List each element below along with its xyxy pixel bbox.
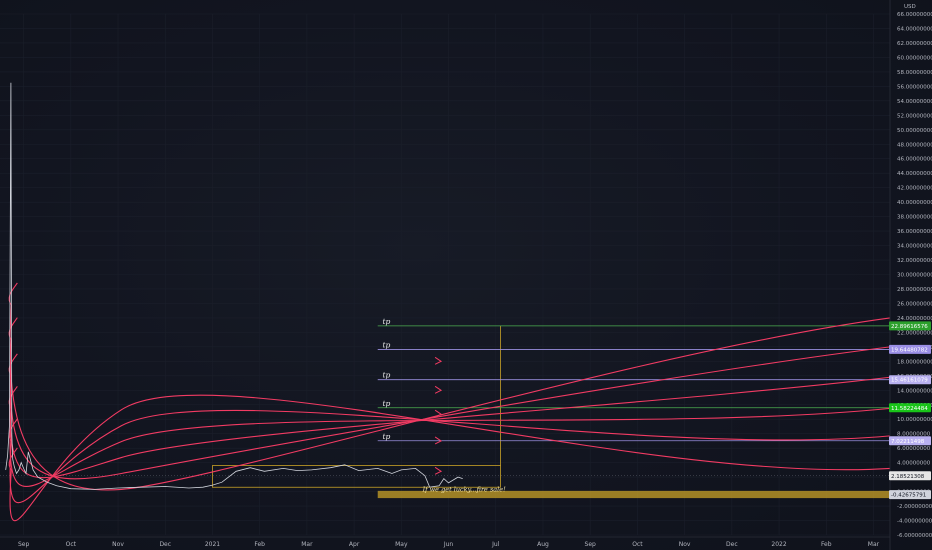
y-tick-label: 46.00000000 <box>897 157 932 163</box>
box-layer: If we get lucky...fire sale! <box>212 325 890 499</box>
x-tick-label: 2022 <box>771 541 786 548</box>
tp-label: tp <box>382 432 390 441</box>
y-tick-label: 60.00000000 <box>897 55 932 61</box>
y-tick-label: 22.00000000 <box>897 330 932 336</box>
tp-label: tp <box>382 371 390 380</box>
y-tick-label: 62.00000000 <box>897 41 932 47</box>
x-tick-label: Mar <box>868 541 880 548</box>
price-badge-label: 19.64480782 <box>891 347 928 353</box>
y-tick-label: 42.00000000 <box>897 186 932 192</box>
grid-layer <box>0 13 890 536</box>
y-tick-label: 58.00000000 <box>897 70 932 76</box>
y-tick-label: 56.00000000 <box>897 84 932 90</box>
y-tick-label: 24.00000000 <box>897 316 932 322</box>
price-line <box>5 82 463 490</box>
x-tick-label: Sep <box>18 541 30 548</box>
badge-layer: 22.89616576 19.64480782 15.46161079 11.5822… <box>889 321 931 500</box>
y-tick-label: 54.00000000 <box>897 99 932 105</box>
y-tick-label: -4.00000000 <box>897 519 932 525</box>
x-tick-label: Jul <box>491 541 500 548</box>
x-tick-label: Jun <box>443 541 454 548</box>
currency-label: USD <box>904 4 916 10</box>
price-badge-label: -0.42675791 <box>891 493 926 499</box>
x-tick-label: Oct <box>632 541 643 548</box>
x-tick-label: Sep <box>585 541 597 548</box>
y-tick-label: 30.00000000 <box>897 273 932 279</box>
y-tick-label: 44.00000000 <box>897 171 932 177</box>
x-tick-label: May <box>395 541 408 548</box>
tp-label: tp <box>382 317 390 326</box>
axis-layer: USD 66.00000000 64.00000000 62.00000000 60.… <box>0 0 932 550</box>
x-tick-label: Feb <box>821 541 832 548</box>
y-tick-label: 14.00000000 <box>897 388 932 394</box>
x-tick-label: Mar <box>301 541 313 548</box>
y-tick-label: 50.00000000 <box>897 128 932 134</box>
parabolic-arc <box>9 407 891 488</box>
price-badge-label: 22.89616576 <box>891 324 928 330</box>
parabolic-arc <box>9 339 891 480</box>
x-tick-label: Nov <box>679 541 691 548</box>
price-badge-label: 11.58224484 <box>891 406 928 412</box>
parabolic-arc <box>9 394 891 522</box>
price-chart[interactable]: If we get lucky...fire sale! tptptptptp … <box>0 0 932 550</box>
price-badge-label: 7.02211498 <box>891 439 925 445</box>
price-badge-label: 2.18521308 <box>891 474 925 480</box>
x-tick-label: Dec <box>726 541 738 548</box>
x-tick-label: Oct <box>66 541 77 548</box>
y-tick-label: 34.00000000 <box>897 244 932 250</box>
y-tick-label: 48.00000000 <box>897 142 932 148</box>
y-tick-label: -2.00000000 <box>897 504 932 510</box>
price-layer <box>5 82 463 490</box>
y-tick-label: 64.00000000 <box>897 26 932 32</box>
y-tick-label: 28.00000000 <box>897 287 932 293</box>
y-tick-label: 18.00000000 <box>897 359 932 365</box>
price-badge-label: 15.46161079 <box>891 378 928 384</box>
y-tick-label: 4.00000000 <box>897 461 931 467</box>
arc-arrow <box>434 466 443 475</box>
arc-arrow <box>434 385 443 394</box>
y-tick-label: 6.00000000 <box>897 446 931 452</box>
tp-label: tp <box>382 399 390 408</box>
chart-root[interactable]: If we get lucky...fire sale! tp tp tp tp tp … <box>0 0 932 550</box>
y-tick-label: 38.00000000 <box>897 215 932 221</box>
x-tick-label: Apr <box>349 541 360 548</box>
y-tick-label: 36.00000000 <box>897 229 932 235</box>
y-tick-label: 32.00000000 <box>897 258 932 264</box>
y-tick-label: 52.00000000 <box>897 113 932 119</box>
x-tick-label: 2021 <box>205 541 220 548</box>
tp-label: tp <box>382 340 390 349</box>
x-tick-label: Dec <box>159 541 171 548</box>
x-tick-label: Aug <box>537 541 549 548</box>
x-tick-label: Feb <box>254 541 265 548</box>
y-tick-label: -6.00000000 <box>897 533 932 539</box>
y-tick-label: 10.00000000 <box>897 417 932 423</box>
x-tick-label: Nov <box>112 541 124 548</box>
y-tick-label: 26.00000000 <box>897 301 932 307</box>
y-tick-label: 66.00000000 <box>897 12 932 18</box>
y-tick-label: 40.00000000 <box>897 200 932 206</box>
arc-arrow <box>434 356 443 365</box>
